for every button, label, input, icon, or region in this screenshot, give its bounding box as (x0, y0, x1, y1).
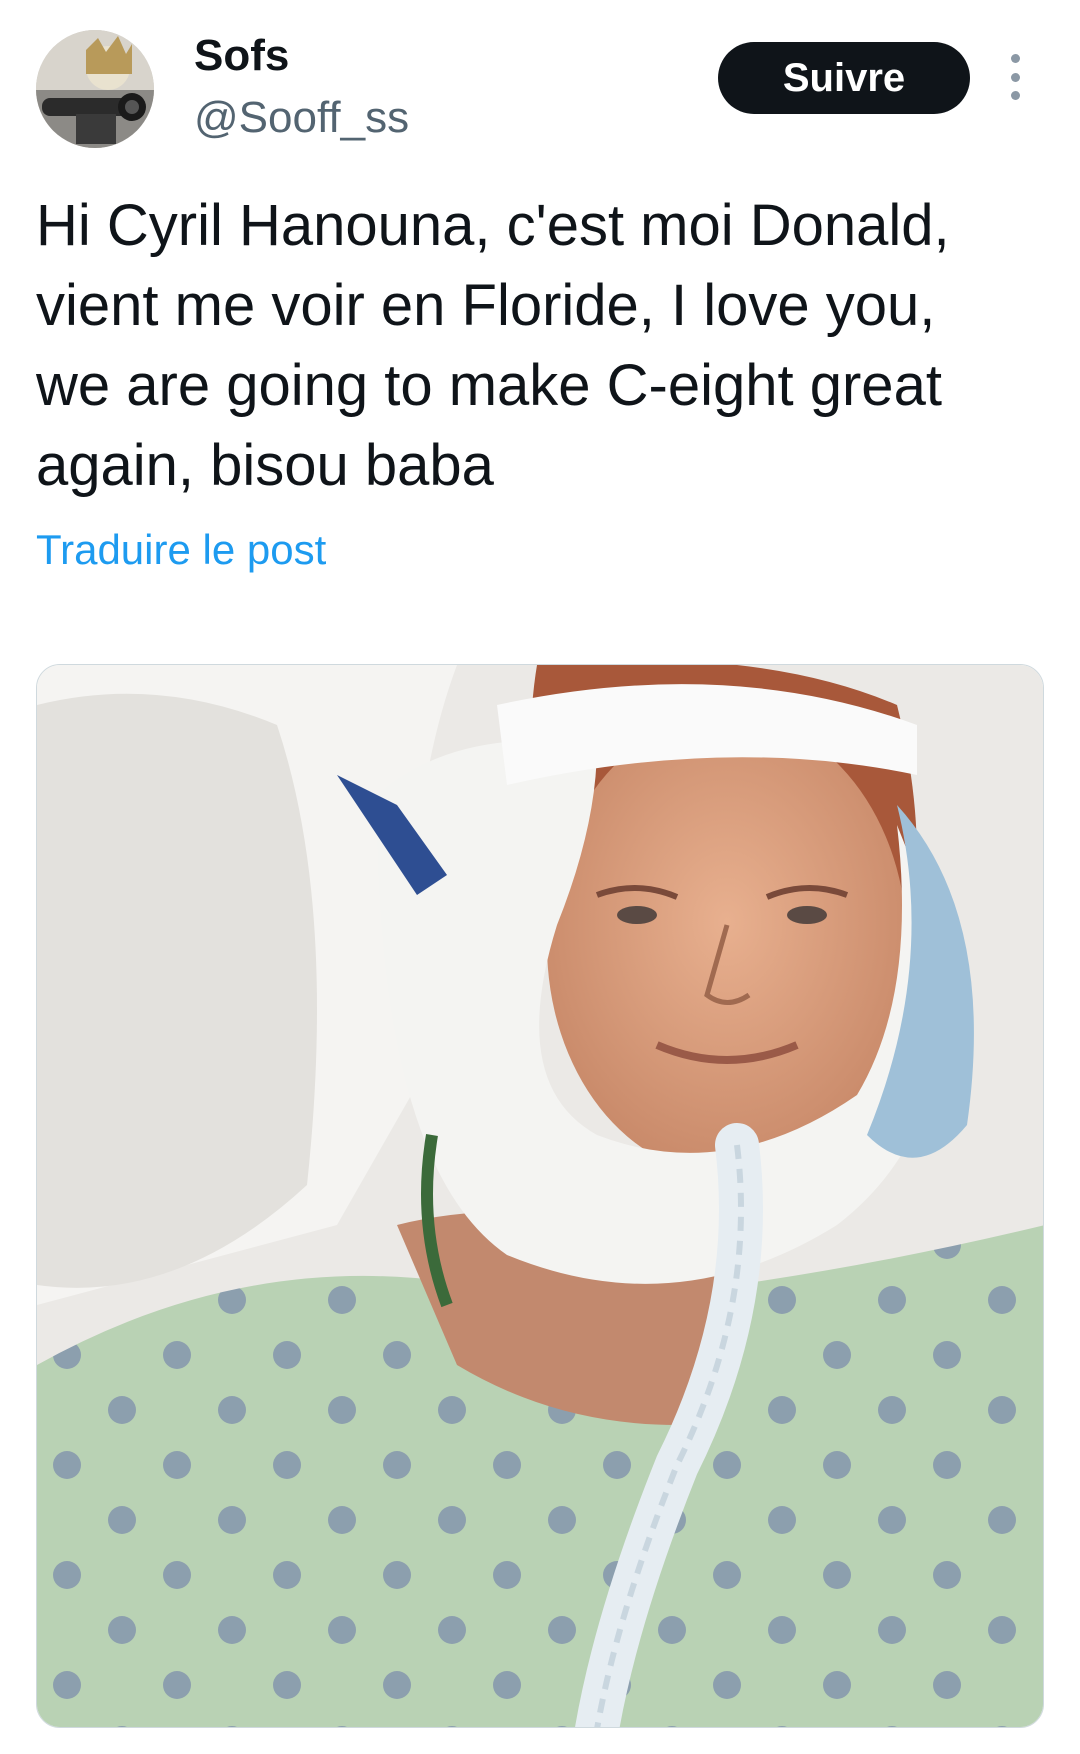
more-dot (1010, 72, 1020, 82)
more-dot (1010, 91, 1020, 100)
author-display-name[interactable]: Sofs (194, 30, 289, 82)
more-dot (1010, 54, 1020, 63)
more-vertical-icon[interactable] (1000, 54, 1030, 100)
avatar-image-icon (36, 30, 154, 148)
translate-post-link[interactable]: Traduire le post (36, 522, 326, 578)
follow-button[interactable]: Suivre (718, 42, 970, 114)
author-avatar[interactable] (36, 30, 154, 148)
author-handle[interactable]: @Sooff_ss (194, 92, 409, 144)
post-text: Hi Cyril Hanouna, c'est moi Donald, vien… (36, 193, 950, 498)
post-header: Sofs @Sooff_ss Suivre (0, 0, 1080, 160)
post-photo-icon (37, 665, 1043, 1727)
post-image[interactable] (36, 664, 1044, 1728)
